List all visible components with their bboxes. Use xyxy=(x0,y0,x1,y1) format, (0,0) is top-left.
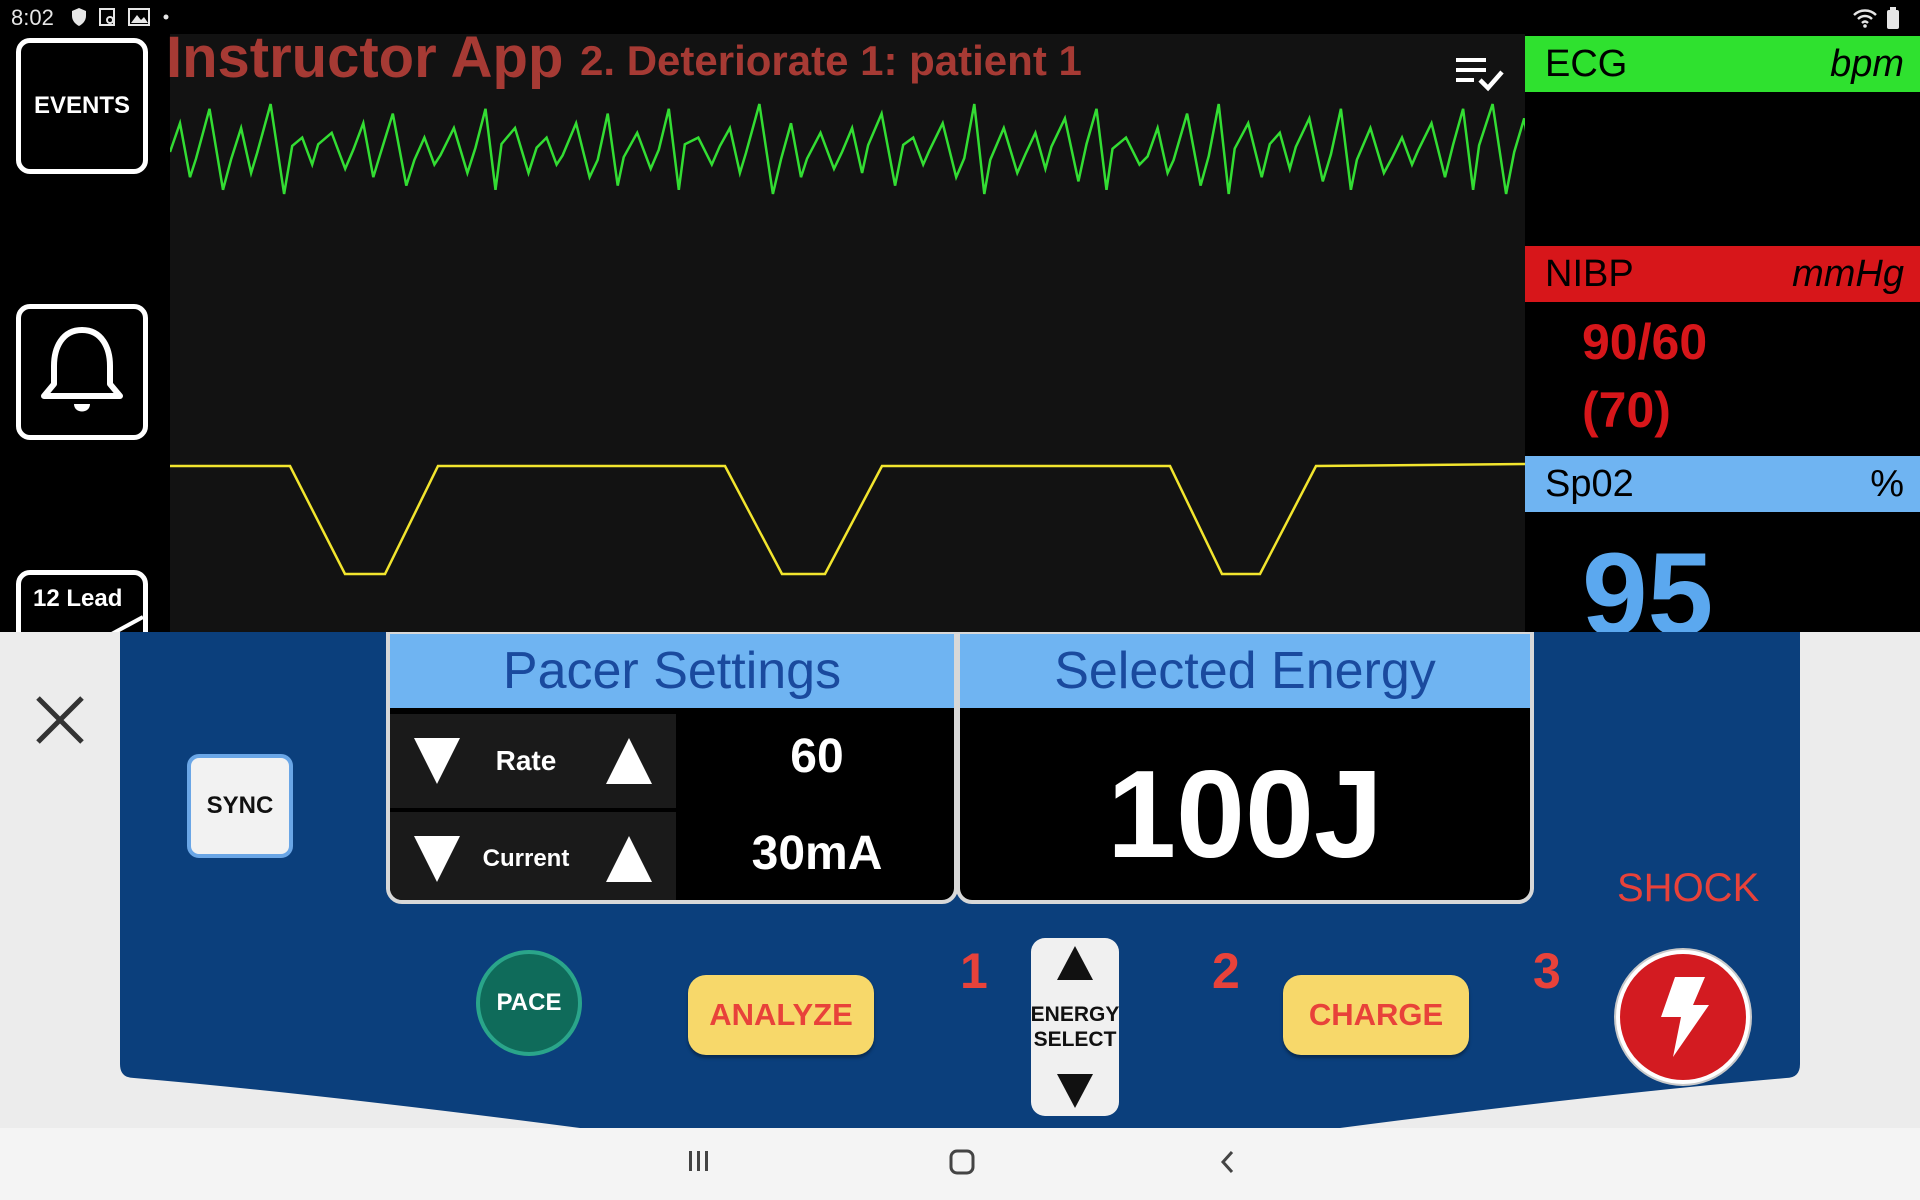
selected-energy-value: 100J xyxy=(1107,746,1383,884)
ecg-header: ECG bpm xyxy=(1525,36,1920,92)
battery-icon xyxy=(1887,7,1899,29)
events-button[interactable]: EVENTS xyxy=(16,38,148,174)
recent-apps-icon[interactable] xyxy=(686,1148,712,1174)
rate-row: Rate xyxy=(390,714,676,808)
status-time: 8:02 xyxy=(11,5,54,30)
ecg-waveform xyxy=(170,103,1525,195)
ecg-label: ECG xyxy=(1545,42,1628,85)
pleth-waveform xyxy=(170,462,1525,576)
screenshot-icon xyxy=(99,8,115,26)
nibp-mean: (70) xyxy=(1582,382,1671,438)
current-row: Current xyxy=(390,812,676,900)
step-3-label: 3 xyxy=(1533,943,1561,999)
rate-label: Rate xyxy=(495,745,557,776)
shock-button[interactable] xyxy=(1616,950,1750,1084)
rate-down-arrow-icon[interactable] xyxy=(412,734,462,788)
nibp-label: NIBP xyxy=(1545,252,1634,295)
shock-label: SHOCK xyxy=(1617,866,1760,910)
analyze-button[interactable]: ANALYZE xyxy=(688,975,874,1055)
spo2-label: Sp02 xyxy=(1545,462,1634,505)
wifi-icon xyxy=(1853,9,1877,28)
sync-button[interactable]: SYNC xyxy=(187,754,293,858)
energy-down-arrow-icon[interactable] xyxy=(1055,1072,1095,1110)
ecg-unit: bpm xyxy=(1830,42,1904,85)
app-title: Instructor App xyxy=(166,25,564,90)
energy-select-control: ENERGY SELECT xyxy=(1031,938,1119,1116)
energy-up-arrow-icon[interactable] xyxy=(1055,944,1095,982)
events-label: EVENTS xyxy=(33,92,131,119)
bell-icon xyxy=(41,327,123,412)
gallery-icon xyxy=(128,8,150,26)
pace-button[interactable]: PACE xyxy=(476,950,582,1056)
home-icon[interactable] xyxy=(948,1148,976,1176)
close-icon[interactable] xyxy=(30,690,90,750)
charge-button[interactable]: CHARGE xyxy=(1283,975,1469,1055)
step-1-label: 1 xyxy=(960,943,988,999)
alarm-button[interactable] xyxy=(16,304,148,440)
nibp-header: NIBP mmHg xyxy=(1525,246,1920,302)
defibrillator-panel: SYNC Pacer Settings Rate 60 Current 30mA… xyxy=(0,632,1920,1128)
twelve-lead-label: 12 Lead xyxy=(33,585,123,612)
playlist-check-icon[interactable] xyxy=(1454,54,1506,94)
current-down-arrow-icon[interactable] xyxy=(412,832,462,886)
spo2-header: Sp02 % xyxy=(1525,456,1920,512)
rate-value: 60 xyxy=(790,730,844,783)
step-2-label: 2 xyxy=(1212,943,1240,999)
energy-select-label-2: SELECT xyxy=(1033,1028,1117,1051)
rate-up-arrow-icon[interactable] xyxy=(604,734,654,788)
current-value: 30mA xyxy=(751,827,883,880)
back-icon[interactable] xyxy=(1216,1148,1240,1176)
current-label: Current xyxy=(482,845,570,872)
pacer-settings-panel: Pacer Settings Rate 60 Current 30mA xyxy=(386,632,958,904)
selected-energy-title: Selected Energy xyxy=(960,634,1530,708)
scenario-title: 2. Deteriorate 1: patient 1 xyxy=(580,37,1082,84)
current-up-arrow-icon[interactable] xyxy=(604,832,654,886)
nibp-value: 90/60 xyxy=(1582,314,1708,370)
navigation-bar xyxy=(0,1128,1920,1200)
selected-energy-panel: Selected Energy 100J xyxy=(956,632,1534,904)
nibp-readout: 90/60 (70) xyxy=(1582,308,1707,444)
lightning-bolt-icon xyxy=(1661,977,1709,1057)
waveform-area xyxy=(170,34,1525,634)
nibp-unit: mmHg xyxy=(1792,252,1904,295)
energy-select-label-1: ENERGY xyxy=(1030,1003,1120,1026)
shield-icon xyxy=(72,8,86,26)
pacer-settings-title: Pacer Settings xyxy=(390,634,954,708)
spo2-unit: % xyxy=(1870,462,1904,505)
